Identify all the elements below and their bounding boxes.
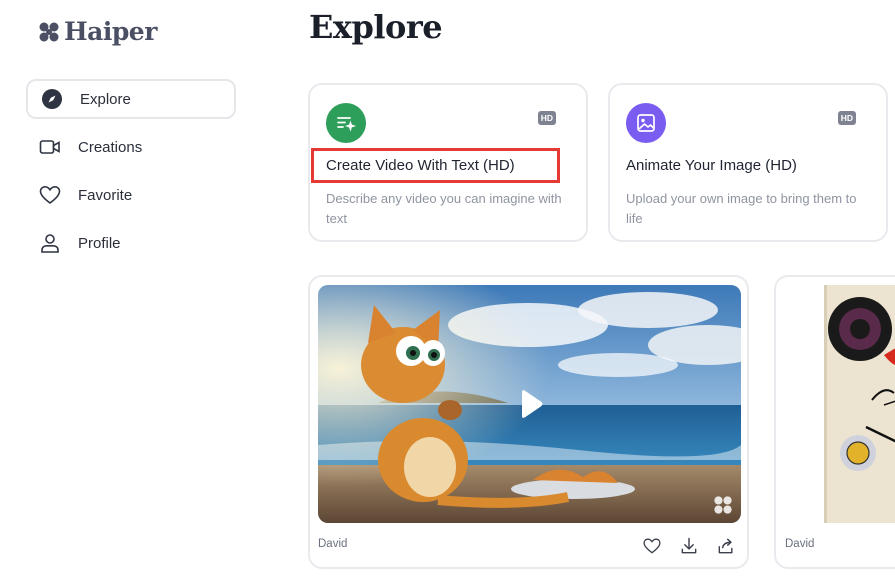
gallery-card[interactable]: David xyxy=(308,275,749,569)
sidebar-item-label: Explore xyxy=(80,90,131,108)
video-thumbnail[interactable] xyxy=(318,285,741,523)
sidebar-item-profile[interactable]: Profile xyxy=(26,223,236,263)
text-sparkle-icon xyxy=(326,103,366,143)
feature-card-create-video[interactable]: HD Create Video With Text (HD) Describe … xyxy=(308,83,588,242)
highlight-box xyxy=(311,148,560,183)
sidebar-item-label: Creations xyxy=(78,138,143,156)
image-icon xyxy=(626,103,666,143)
author-name[interactable]: David xyxy=(785,538,814,550)
sidebar-item-label: Favorite xyxy=(78,186,133,204)
abstract-art-image xyxy=(824,285,895,523)
heart-icon[interactable] xyxy=(641,535,663,557)
video-camera-icon xyxy=(38,135,62,159)
play-icon[interactable] xyxy=(518,389,544,419)
feature-card-animate-image[interactable]: HD Animate Your Image (HD) Upload your o… xyxy=(608,83,888,242)
sidebar-item-favorite[interactable]: Favorite xyxy=(26,175,236,215)
author-name[interactable]: David xyxy=(318,538,347,550)
gallery-card[interactable]: David xyxy=(774,275,895,569)
download-icon[interactable] xyxy=(678,535,700,557)
sidebar-nav: Explore Creations Favorite Profile xyxy=(26,79,236,271)
feature-title: Animate Your Image (HD) xyxy=(626,157,797,174)
sidebar-item-label: Profile xyxy=(78,234,121,252)
brand-logo[interactable]: Haiper xyxy=(38,17,157,46)
video-thumbnail[interactable] xyxy=(824,285,895,523)
heart-icon xyxy=(38,183,62,207)
feature-description: Upload your own image to bring them to l… xyxy=(626,191,857,226)
page-title: Explore xyxy=(309,8,443,46)
clover-logo-icon xyxy=(39,22,59,41)
hd-badge: HD xyxy=(837,111,856,125)
sidebar-item-creations[interactable]: Creations xyxy=(26,127,236,167)
clover-watermark-icon xyxy=(714,496,732,514)
share-icon[interactable] xyxy=(715,535,737,557)
sidebar-item-explore[interactable]: Explore xyxy=(26,79,236,119)
compass-icon xyxy=(40,87,64,111)
user-icon xyxy=(38,231,62,255)
brand-name: Haiper xyxy=(64,17,157,46)
card-actions xyxy=(641,535,737,557)
feature-description: Describe any video you can imagine with … xyxy=(326,191,562,226)
hd-badge: HD xyxy=(537,111,556,125)
